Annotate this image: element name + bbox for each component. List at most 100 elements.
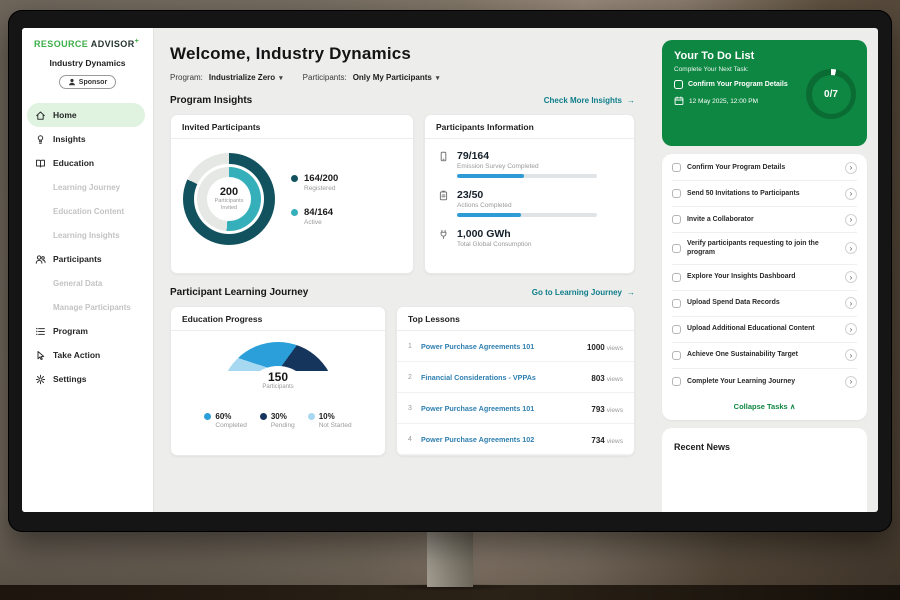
lesson-link[interactable]: Power Purchase Agreements 101: [421, 404, 584, 413]
participants-filter-label: Participants:: [303, 73, 347, 82]
task-row[interactable]: Invite a Collaborator ›: [672, 207, 857, 233]
task-label: Verify participants requesting to join t…: [687, 239, 839, 258]
invited-donut-chart: 200 Participants Invited: [183, 153, 275, 245]
card-title: Invited Participants: [171, 115, 413, 139]
task-checkbox[interactable]: [672, 377, 681, 386]
sidebar-item-learning-journey[interactable]: Learning Journey: [22, 175, 153, 199]
sidebar-item-general-data[interactable]: General Data: [22, 271, 153, 295]
legend-label: Not Started: [319, 422, 352, 429]
task-row[interactable]: Upload Additional Educational Content ›: [672, 317, 857, 343]
sidebar-item-education[interactable]: Education: [22, 151, 153, 175]
recent-news-card: Recent News: [662, 428, 867, 512]
task-checkbox[interactable]: [672, 189, 681, 198]
task-row[interactable]: Verify participants requesting to join t…: [672, 233, 857, 265]
legend-value: 30%: [271, 412, 287, 421]
collapse-tasks-link[interactable]: Collapse Tasks ∧: [672, 395, 857, 416]
sidebar-item-settings[interactable]: Settings: [22, 367, 153, 391]
sidebar-item-label: Participants: [53, 254, 102, 264]
legend-item-completed: 60% Completed: [204, 412, 246, 429]
gear-icon: [35, 374, 46, 385]
task-checkbox[interactable]: [672, 273, 681, 282]
donut-legend: 164/200 Registered 84/164 Active: [291, 173, 338, 226]
gauge-center: 150 Participants: [220, 370, 336, 390]
sidebar-subitem-label: Learning Journey: [53, 183, 120, 192]
lesson-link[interactable]: Financial Considerations - VPPAs: [421, 373, 584, 382]
chevron-right-icon[interactable]: ›: [845, 271, 857, 283]
lesson-link[interactable]: Power Purchase Agreements 102: [421, 435, 584, 444]
check-more-insights-link[interactable]: Check More Insights →: [544, 96, 635, 105]
lesson-views: 1000: [587, 343, 605, 352]
legend-dot: [291, 175, 298, 182]
todo-next-task[interactable]: Confirm Your Program Details: [674, 80, 824, 89]
lesson-views: 793: [591, 405, 604, 414]
card-title: Education Progress: [171, 307, 385, 331]
task-checkbox[interactable]: [672, 163, 681, 172]
chevron-right-icon[interactable]: ›: [845, 297, 857, 309]
legend-value: 84/164: [304, 207, 333, 218]
chevron-right-icon[interactable]: ›: [845, 242, 857, 254]
chevron-right-icon[interactable]: ›: [845, 349, 857, 361]
lesson-rank: 3: [408, 405, 414, 412]
sidebar-item-take-action[interactable]: Take Action: [22, 343, 153, 367]
task-row[interactable]: Explore Your Insights Dashboard ›: [672, 265, 857, 291]
task-row[interactable]: Achieve One Sustainability Target ›: [672, 343, 857, 369]
cursor-icon: [35, 350, 46, 361]
arrow-right-icon: →: [627, 288, 635, 297]
sidebar-item-participants[interactable]: Participants: [22, 247, 153, 271]
lesson-rank: 2: [408, 374, 414, 381]
link-label: Go to Learning Journey: [532, 288, 622, 297]
logo-advisor: ADVISOR: [91, 39, 135, 49]
donut-center-label: Participants Invited: [210, 198, 248, 212]
info-value: 79/164: [457, 150, 597, 162]
org-name: Industry Dynamics: [22, 58, 153, 68]
lesson-row: 2 Financial Considerations - VPPAs 803vi…: [397, 362, 634, 393]
card-title: Participants Information: [425, 115, 634, 139]
legend-dot: [308, 413, 315, 420]
todo-next-checkbox[interactable]: [674, 80, 683, 89]
list-icon: [35, 326, 46, 337]
lesson-row: 3 Power Purchase Agreements 101 793views: [397, 393, 634, 424]
link-label: Check More Insights: [544, 96, 622, 105]
monitor-stand: [427, 531, 473, 587]
filters-bar: Program: Industrialize Zero ▾ Participan…: [170, 73, 635, 82]
legend-dot: [291, 209, 298, 216]
chevron-right-icon[interactable]: ›: [845, 162, 857, 174]
todo-title: Your To Do List: [674, 50, 855, 62]
sidebar-item-manage-participants[interactable]: Manage Participants: [22, 295, 153, 319]
task-row[interactable]: Upload Spend Data Records ›: [672, 291, 857, 317]
people-icon: [35, 254, 46, 265]
task-checkbox[interactable]: [672, 215, 681, 224]
task-checkbox[interactable]: [672, 299, 681, 308]
sidebar-item-learning-insights[interactable]: Learning Insights: [22, 223, 153, 247]
program-select-value: Industrialize Zero: [209, 73, 275, 82]
progress-fill: [457, 174, 524, 178]
chevron-right-icon[interactable]: ›: [845, 376, 857, 388]
task-checkbox[interactable]: [672, 244, 681, 253]
sidebar-item-program[interactable]: Program: [22, 319, 153, 343]
sidebar-item-insights[interactable]: Insights: [22, 127, 153, 151]
lesson-views: 734: [591, 436, 604, 445]
chevron-right-icon[interactable]: ›: [845, 214, 857, 226]
sidebar-nav: Home Insights Education Learning Journey: [22, 103, 153, 391]
task-row[interactable]: Send 50 Invitations to Participants ›: [672, 181, 857, 207]
legend-dot: [260, 413, 267, 420]
education-progress-card: Education Progress 150 Participants: [170, 306, 386, 456]
plug-icon: [438, 229, 449, 248]
chevron-right-icon[interactable]: ›: [845, 323, 857, 335]
info-value: 23/50: [457, 189, 597, 201]
task-row[interactable]: Confirm Your Program Details ›: [672, 155, 857, 181]
go-to-learning-journey-link[interactable]: Go to Learning Journey →: [532, 288, 635, 297]
participants-select[interactable]: Only My Participants ▾: [353, 73, 440, 82]
program-select[interactable]: Industrialize Zero ▾: [209, 73, 283, 82]
task-checkbox[interactable]: [672, 325, 681, 334]
legend-item-not-started: 10% Not Started: [308, 412, 352, 429]
sponsor-badge[interactable]: Sponsor: [59, 75, 116, 89]
sidebar-item-education-content[interactable]: Education Content: [22, 199, 153, 223]
task-row[interactable]: Complete Your Learning Journey ›: [672, 369, 857, 395]
progress-bar: [457, 174, 597, 178]
chevron-right-icon[interactable]: ›: [845, 188, 857, 200]
task-checkbox[interactable]: [672, 351, 681, 360]
task-label: Confirm Your Program Details: [687, 163, 839, 172]
sidebar-item-home[interactable]: Home: [27, 103, 145, 127]
lesson-link[interactable]: Power Purchase Agreements 101: [421, 342, 580, 351]
